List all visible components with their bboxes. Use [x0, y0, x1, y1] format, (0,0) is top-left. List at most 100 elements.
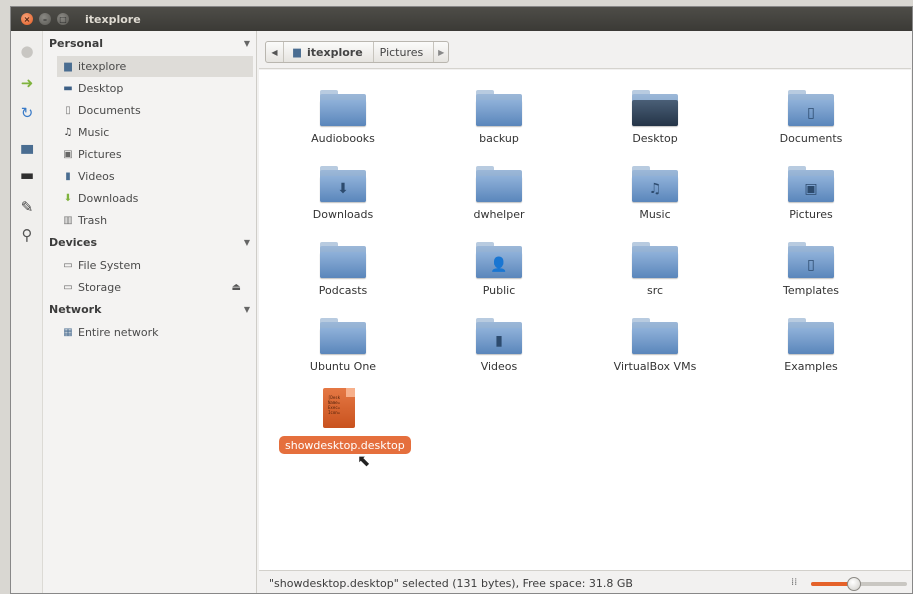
folder-label: dwhelper	[473, 208, 525, 221]
sidebar-item-entire-network[interactable]: ▦ Entire network	[61, 322, 251, 343]
sidebar-item-label: Downloads	[78, 192, 139, 205]
folder-emblem	[632, 254, 678, 276]
sidebar-item-file-system[interactable]: ▭ File System	[61, 255, 251, 276]
folder-icon: ▣	[788, 166, 834, 202]
sidebar-item-downloads[interactable]: ⬇ Downloads	[61, 188, 251, 209]
sidebar-item-desktop[interactable]: ▬ Desktop	[61, 78, 251, 99]
folder-emblem: ▯	[807, 105, 815, 121]
folder-label: Desktop	[632, 132, 678, 145]
breadcrumb-right-arrow-icon[interactable]: ▶	[434, 42, 448, 62]
title-bar: × – □ itexplore	[11, 7, 912, 31]
file-manager-window: × – □ itexplore ● ➜ ↻ ▄ ▬ ✎ ⚲ Personal ▼ Devic…	[10, 6, 913, 594]
sidebar-item-label: itexplore	[78, 60, 127, 73]
folder-emblem	[632, 102, 678, 124]
folder-icon	[476, 166, 522, 202]
sidebar-item-itexplore[interactable]: ▆ itexplore	[57, 56, 253, 77]
folder-icon	[320, 242, 366, 278]
folder-item[interactable]: Examples	[741, 314, 881, 384]
folder-item[interactable]: ♫ Music	[585, 162, 725, 232]
breadcrumb-home-label: itexplore	[307, 45, 363, 59]
sidebar-item-label: Desktop	[78, 82, 124, 95]
location-bar: ◀ ▆ itexplore Pictures ▶	[259, 35, 911, 69]
window-title: itexplore	[85, 12, 141, 26]
maximize-window-button[interactable]: □	[57, 13, 69, 25]
reload-icon[interactable]: ↻	[17, 103, 37, 123]
sidebar-item-label: Entire network	[78, 326, 159, 339]
breadcrumb: ◀ ▆ itexplore Pictures ▶	[265, 41, 450, 63]
folder-item[interactable]: ▯ Templates	[741, 238, 881, 308]
sidebar-item-label: Videos	[78, 170, 115, 183]
mouse-pointer-icon: ⬉	[357, 451, 371, 470]
selected-file-label[interactable]: showdesktop.desktop	[279, 436, 411, 454]
folder-emblem	[788, 330, 834, 352]
folder-icon	[632, 318, 678, 354]
folder-item[interactable]: dwhelper	[429, 162, 569, 232]
breadcrumb-pictures[interactable]: Pictures	[374, 42, 435, 62]
sidebar-item-trash[interactable]: ▥ Trash	[61, 210, 251, 231]
folder-icon: ▯	[788, 242, 834, 278]
close-window-button[interactable]: ×	[21, 13, 33, 25]
folder-label: src	[646, 284, 664, 297]
icon-view[interactable]: [Desk Name= Exec= Icon= showdesktop.desktop…	[259, 70, 911, 570]
launcher-strip: ● ➜ ↻ ▄ ▬ ✎ ⚲	[11, 31, 43, 593]
desktop-icon: ▬	[63, 83, 73, 94]
folder-emblem: ⬇	[337, 181, 349, 197]
folder-icon	[320, 318, 366, 354]
network-icon: ▦	[63, 327, 73, 338]
folder-emblem	[476, 178, 522, 200]
folder-icon	[632, 242, 678, 278]
folder-item[interactable]: Ubuntu One	[273, 314, 413, 384]
breadcrumb-pictures-label: Pictures	[379, 45, 424, 59]
folder-item[interactable]: src	[585, 238, 725, 308]
folder-item[interactable]: ▣ Pictures	[741, 162, 881, 232]
sidebar-item-label: Pictures	[78, 148, 122, 161]
breadcrumb-left-arrow-icon[interactable]: ◀	[266, 42, 284, 62]
status-text: "showdesktop.desktop" selected (131 byte…	[269, 576, 633, 590]
folder-icon	[320, 90, 366, 126]
home-icon[interactable]: ●	[17, 41, 37, 61]
sidebar-item-pictures[interactable]: ▣ Pictures	[61, 144, 251, 165]
breadcrumb-home[interactable]: ▆ itexplore	[284, 42, 374, 62]
documents-icon: ▯	[65, 105, 71, 116]
sidebar-item-videos[interactable]: ▮ Videos	[61, 166, 251, 187]
drive-icon: ▭	[63, 282, 73, 293]
folder-icon: ⬇	[320, 166, 366, 202]
folder-item[interactable]: backup	[429, 86, 569, 156]
folder-label: Templates	[783, 284, 839, 297]
folder-label: Audiobooks	[311, 132, 375, 145]
folder-item[interactable]: ▮ Videos	[429, 314, 569, 384]
computer-icon[interactable]: ▄	[17, 135, 37, 155]
search-icon[interactable]: ⚲	[17, 225, 37, 245]
eject-icon[interactable]: ⏏	[232, 282, 241, 293]
folder-item[interactable]: Desktop	[585, 86, 725, 156]
collapse-network-icon[interactable]: ▼	[244, 305, 250, 314]
collapse-personal-icon[interactable]: ▼	[244, 39, 250, 48]
sidebar-heading-network: Network	[49, 303, 102, 316]
sidebar-item-storage[interactable]: ▭ Storage ⏏	[61, 277, 251, 298]
sidebar-item-music[interactable]: ♫ Music	[61, 122, 251, 143]
folder-item[interactable]: VirtualBox VMs	[585, 314, 725, 384]
folder-item[interactable]: ⬇ Downloads	[273, 162, 413, 232]
folder-item[interactable]: Podcasts	[273, 238, 413, 308]
sidebar-item-label: Documents	[78, 104, 141, 117]
sidebar-item-documents[interactable]: ▯ Documents	[61, 100, 251, 121]
videos-icon: ▮	[65, 171, 71, 182]
monitor-icon[interactable]: ▬	[17, 165, 37, 185]
folder-emblem: 👤	[490, 257, 508, 273]
folder-emblem	[320, 330, 366, 352]
desktop-file-icon[interactable]: [Desk Name= Exec= Icon=	[323, 388, 355, 428]
downloads-icon: ⬇	[63, 193, 73, 204]
zoom-slider[interactable]	[811, 577, 907, 591]
collapse-devices-icon[interactable]: ▼	[244, 238, 250, 247]
drive-icon: ▭	[63, 260, 73, 271]
folder-label: Ubuntu One	[309, 360, 377, 373]
folder-item[interactable]: 👤 Public	[429, 238, 569, 308]
folder-emblem	[632, 330, 678, 352]
home-folder-icon: ▆	[293, 46, 301, 58]
folder-item[interactable]: ▯ Documents	[741, 86, 881, 156]
minimize-window-button[interactable]: –	[39, 13, 51, 25]
pen-icon[interactable]: ✎	[17, 197, 37, 217]
forward-arrow-icon[interactable]: ➜	[17, 73, 37, 93]
folder-item[interactable]: Audiobooks	[273, 86, 413, 156]
zoom-slider-knob[interactable]	[847, 577, 862, 591]
